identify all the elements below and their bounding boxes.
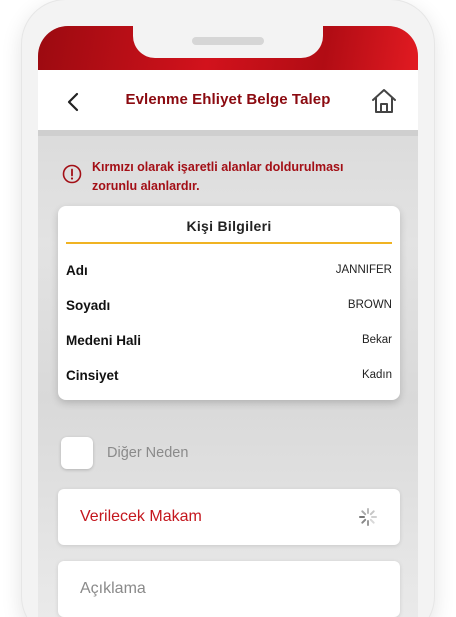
info-row-last-name: Soyadı BROWN: [66, 295, 392, 315]
loading-spinner-icon: [359, 508, 377, 526]
description-placeholder: Açıklama: [80, 580, 146, 597]
info-value: Kadın: [361, 369, 392, 381]
app-header: Evlenme Ehliyet Belge Talep: [38, 70, 418, 136]
back-button[interactable]: [62, 88, 84, 116]
required-fields-notice: Kırmızı olarak işaretli alanlar doldurul…: [62, 158, 382, 196]
description-input[interactable]: Açıklama: [58, 561, 400, 617]
info-row-marital-status: Medeni Hali Bekar: [66, 330, 392, 350]
notice-text-line2: zorunlu alanlardır.: [92, 179, 200, 193]
chevron-left-icon: [67, 92, 79, 112]
authority-select[interactable]: Verilecek Makam: [58, 489, 400, 545]
home-button[interactable]: [370, 87, 398, 115]
card-title: Kişi Bilgileri: [186, 218, 272, 234]
other-reason-label: Diğer Neden: [107, 445, 189, 461]
phone-notch: [133, 26, 323, 58]
home-icon: [372, 89, 396, 113]
notice-text-line1: Kırmızı olarak işaretli alanlar doldurul…: [92, 160, 344, 174]
info-label: Soyadı: [66, 297, 111, 313]
info-circle-icon: [62, 164, 82, 184]
card-divider: [66, 242, 392, 244]
info-row-gender: Cinsiyet Kadın: [66, 365, 392, 385]
info-label: Adı: [66, 262, 88, 278]
app-screen: Evlenme Ehliyet Belge Talep Kırmızı olar…: [38, 26, 418, 617]
info-row-first-name: Adı JANNIFER: [66, 260, 392, 280]
person-info-card: Kişi Bilgileri Adı JANNIFER Soyadı BROWN…: [58, 206, 400, 400]
info-value: Bekar: [361, 334, 392, 346]
other-reason-option[interactable]: Diğer Neden: [61, 437, 188, 469]
page-title: Evlenme Ehliyet Belge Talep: [125, 91, 331, 108]
info-label: Medeni Hali: [66, 332, 142, 348]
notice-text: Kırmızı olarak işaretli alanlar doldurul…: [92, 158, 343, 196]
other-reason-checkbox[interactable]: [61, 437, 93, 469]
info-label: Cinsiyet: [66, 367, 119, 383]
speaker-grille: [192, 37, 264, 45]
info-value: BROWN: [347, 299, 392, 311]
phone-frame: Evlenme Ehliyet Belge Talep Kırmızı olar…: [22, 0, 434, 617]
authority-label: Verilecek Makam: [80, 508, 202, 525]
info-value: JANNIFER: [335, 264, 392, 276]
